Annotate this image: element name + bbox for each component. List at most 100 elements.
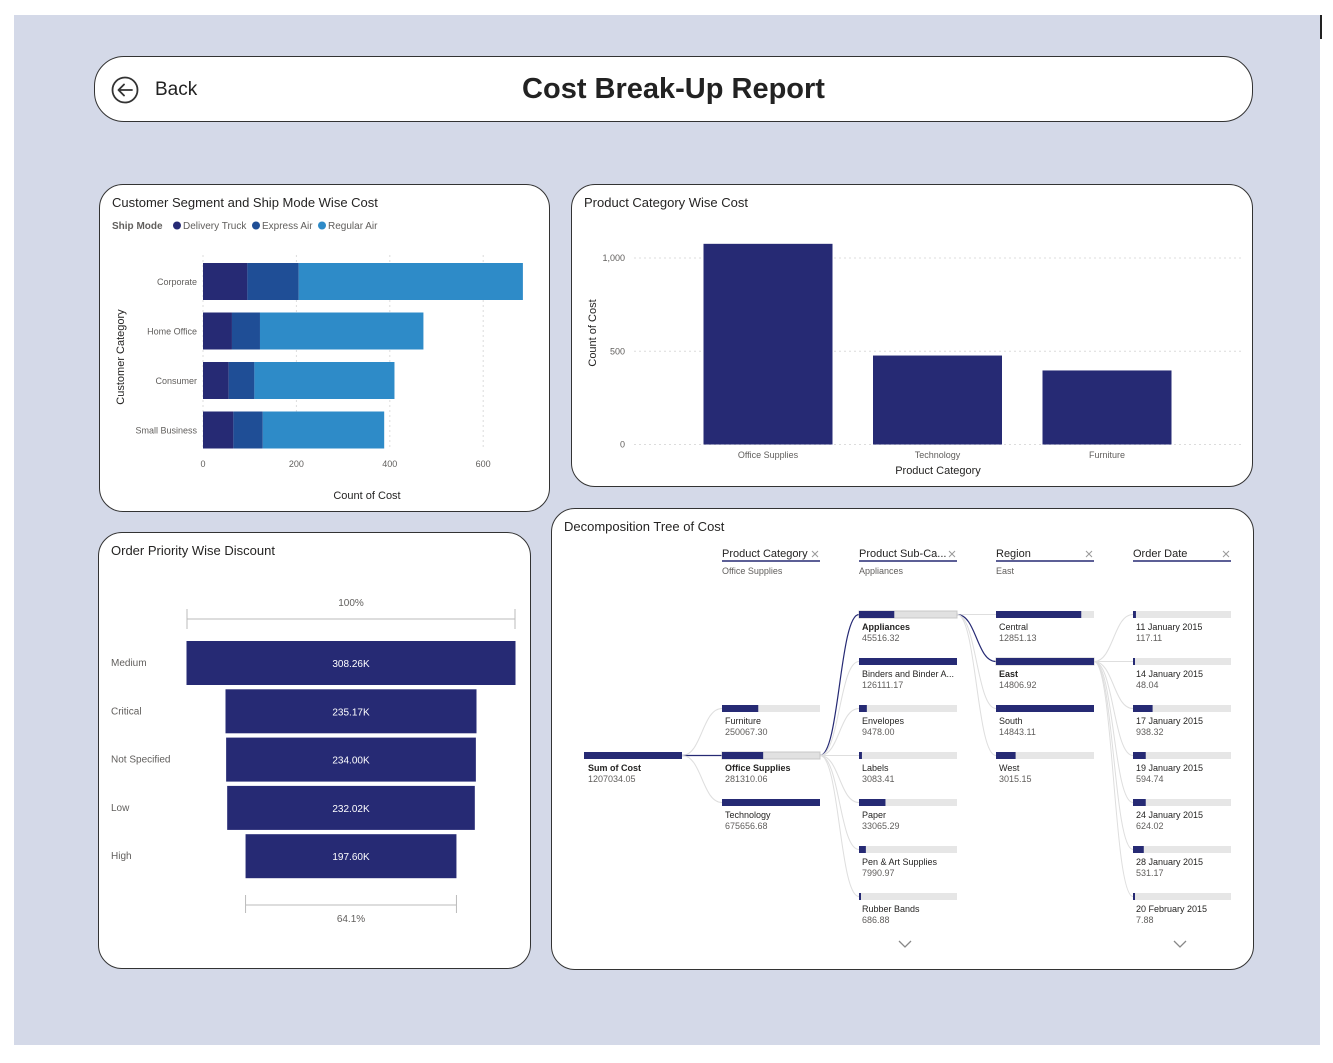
edge-marker xyxy=(1320,15,1322,39)
date-node-14-january-2015[interactable]: 14 January 201548.04 xyxy=(1133,658,1231,690)
segment-x-tick: 200 xyxy=(289,459,304,469)
date-bar xyxy=(1133,846,1144,853)
subcategory-bar xyxy=(859,893,861,900)
decomp-root-value: 1207034.05 xyxy=(588,774,636,784)
legend-item-regular-air[interactable]: Regular Air xyxy=(328,221,378,232)
region-node-central[interactable]: Central12851.13 xyxy=(996,611,1094,643)
date-value: 594.74 xyxy=(1136,774,1164,784)
segment-bar-small-business-express-air[interactable] xyxy=(233,411,263,449)
subcategory-value: 3083.41 xyxy=(862,774,895,784)
category-node-furniture[interactable]: Furniture250067.30 xyxy=(722,705,820,737)
product-x-axis-label: Product Category xyxy=(895,465,981,477)
subcategory-bar xyxy=(859,752,862,759)
subcategory-node-rubber-bands[interactable]: Rubber Bands686.88 xyxy=(859,893,957,925)
date-node-19-january-2015[interactable]: 19 January 2015594.74 xyxy=(1133,752,1231,784)
subcategory-node-appliances[interactable]: Appliances45516.32 xyxy=(858,610,958,643)
segment-bar-corporate-delivery-truck[interactable] xyxy=(203,263,248,300)
date-track xyxy=(1133,846,1231,853)
column-product-category-header[interactable]: Product Category xyxy=(722,548,808,560)
order-priority-card[interactable]: Order Priority Wise Discount 100% 308.26… xyxy=(98,532,531,969)
subcategory-node-labels[interactable]: Labels3083.41 xyxy=(859,752,957,784)
segment-y-axis-label: Customer Category xyxy=(115,309,127,405)
region-bar xyxy=(996,611,1082,618)
subcategory-track xyxy=(859,893,957,900)
date-node-24-january-2015[interactable]: 24 January 2015624.02 xyxy=(1133,799,1231,831)
subcategory-node-binders-and-binder-a[interactable]: Binders and Binder A...126111.17 xyxy=(859,658,957,690)
funnel-value-label: 197.60K xyxy=(332,852,370,863)
subcategory-value: 686.88 xyxy=(862,915,890,925)
date-bar xyxy=(1133,752,1146,759)
segment-bar-small-business-delivery-truck[interactable] xyxy=(203,411,234,449)
segment-bar-corporate-express-air[interactable] xyxy=(247,263,299,300)
region-node-south[interactable]: South14843.11 xyxy=(996,705,1094,737)
funnel-top-percent: 100% xyxy=(338,598,364,609)
region-bar xyxy=(996,752,1016,759)
decomp-connector xyxy=(819,708,860,756)
segment-bar-home-office-regular-air[interactable] xyxy=(259,312,424,350)
region-node-east[interactable]: East14806.92 xyxy=(995,657,1095,690)
report-header: Back Cost Break-Up Report xyxy=(94,56,1253,122)
category-node-technology[interactable]: Technology675656.68 xyxy=(722,799,820,831)
subcategory-label: Rubber Bands xyxy=(862,904,920,914)
legend-marker-regular-air xyxy=(318,221,326,230)
date-scroll-down-icon[interactable] xyxy=(1173,939,1187,949)
segment-bar-corporate-regular-air[interactable] xyxy=(298,263,523,300)
category-value: 281310.06 xyxy=(725,774,768,784)
date-node-11-january-2015[interactable]: 11 January 2015117.11 xyxy=(1133,611,1231,643)
column-product-sub-ca-header[interactable]: Product Sub-Ca... xyxy=(859,548,946,560)
region-node-west[interactable]: West3015.15 xyxy=(996,752,1094,784)
funnel-value-label: 308.26K xyxy=(332,659,370,670)
column-order-date-header[interactable]: Order Date xyxy=(1133,548,1187,560)
segment-bar-consumer-express-air[interactable] xyxy=(228,362,255,399)
subcategory-value: 9478.00 xyxy=(862,727,895,737)
product-bar-furniture[interactable] xyxy=(1042,370,1172,445)
product-y-tick: 1,000 xyxy=(602,253,625,263)
funnel-bottom-percent: 64.1% xyxy=(337,914,365,925)
category-label: Office Supplies xyxy=(725,763,791,773)
date-bar xyxy=(1133,705,1153,712)
column-product-category-close-icon[interactable] xyxy=(811,550,819,558)
decomposition-tree-card[interactable]: Decomposition Tree of Cost Product Categ… xyxy=(551,508,1254,970)
product-category-label: Technology xyxy=(915,450,961,460)
region-value: 14806.92 xyxy=(999,680,1037,690)
date-node-28-january-2015[interactable]: 28 January 2015531.17 xyxy=(1133,846,1231,878)
segment-bar-home-office-express-air[interactable] xyxy=(231,312,260,350)
segment-x-tick: 400 xyxy=(382,459,397,469)
subcategory-node-envelopes[interactable]: Envelopes9478.00 xyxy=(859,705,957,737)
product-category-card[interactable]: Product Category Wise Cost 0 500 1,000 Off… xyxy=(571,184,1253,487)
funnel-value-label: 232.02K xyxy=(332,804,370,815)
column-product-category-filter-value: Office Supplies xyxy=(722,566,783,576)
category-node-office-supplies[interactable]: Office Supplies281310.06 xyxy=(721,751,821,784)
date-node-20-february-2015[interactable]: 20 February 20157.88 xyxy=(1133,893,1231,925)
decomp-connector xyxy=(681,755,723,803)
date-node-17-january-2015[interactable]: 17 January 2015938.32 xyxy=(1133,705,1231,737)
legend-title: Ship Mode xyxy=(112,221,163,232)
legend-item-express-air[interactable]: Express Air xyxy=(262,221,313,232)
product-bar-technology[interactable] xyxy=(873,355,1002,445)
category-bar xyxy=(722,799,820,806)
date-track xyxy=(1133,658,1231,665)
legend-marker-express-air xyxy=(252,221,260,230)
subcategory-scroll-down-icon[interactable] xyxy=(898,939,912,949)
segment-chart: Ship Mode Delivery Truck Express Air Reg… xyxy=(112,221,523,502)
segment-shipmode-card[interactable]: Customer Segment and Ship Mode Wise Cost… xyxy=(99,184,550,512)
segment-bar-small-business-regular-air[interactable] xyxy=(262,411,385,449)
subcategory-node-paper[interactable]: Paper33065.29 xyxy=(859,799,957,831)
subcategory-node-pen-art-supplies[interactable]: Pen & Art Supplies7990.97 xyxy=(859,846,957,878)
subcategory-value: 33065.29 xyxy=(862,821,900,831)
product-category-label: Furniture xyxy=(1089,450,1125,460)
segment-bar-home-office-delivery-truck[interactable] xyxy=(203,312,232,350)
product-bar-office-supplies[interactable] xyxy=(703,243,833,445)
category-bar xyxy=(722,752,764,759)
legend-item-delivery-truck[interactable]: Delivery Truck xyxy=(183,221,247,232)
column-order-date-close-icon[interactable] xyxy=(1222,550,1230,558)
segment-category-label: Small Business xyxy=(135,426,197,436)
column-region-header[interactable]: Region xyxy=(996,548,1031,560)
category-value: 250067.30 xyxy=(725,727,768,737)
segment-bar-consumer-regular-air[interactable] xyxy=(254,362,395,399)
column-product-sub-ca-close-icon[interactable] xyxy=(948,550,956,558)
date-value: 48.04 xyxy=(1136,680,1159,690)
segment-bar-consumer-delivery-truck[interactable] xyxy=(203,362,229,399)
region-value: 12851.13 xyxy=(999,633,1037,643)
column-region-close-icon[interactable] xyxy=(1085,550,1093,558)
